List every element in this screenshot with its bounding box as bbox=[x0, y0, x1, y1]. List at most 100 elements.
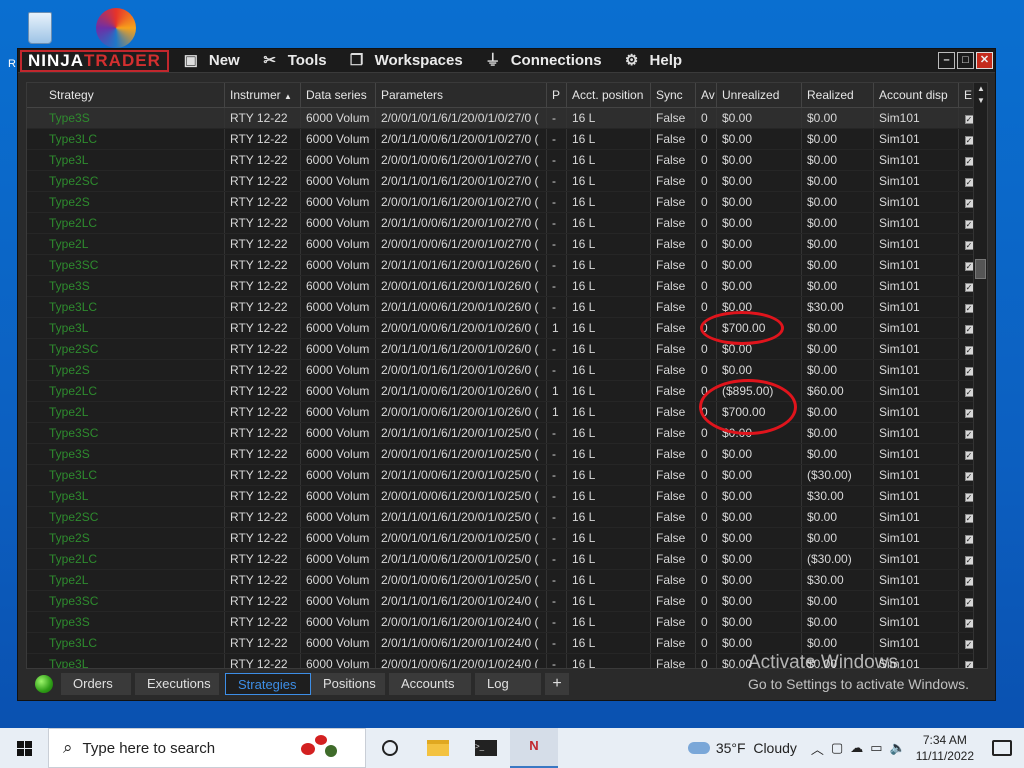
table-row[interactable]: Type3S RTY 12-22 6000 Volum 2/0/0/1/0/1/6/1… bbox=[27, 108, 987, 129]
tab-executions[interactable]: Executions bbox=[135, 673, 221, 695]
menu-tools[interactable]: ✂ Tools bbox=[262, 52, 327, 69]
table-row[interactable]: Type2SC RTY 12-22 6000 Volum 2/0/1/1/0/1/6/… bbox=[27, 507, 987, 528]
add-tab-button[interactable]: + bbox=[545, 673, 571, 695]
cell-strategy: Type2L bbox=[27, 570, 225, 590]
cell-avg: 0 bbox=[696, 213, 717, 233]
table-row[interactable]: Type3L RTY 12-22 6000 Volum 2/0/0/1/0/0/6/1… bbox=[27, 318, 987, 339]
file-explorer-button[interactable] bbox=[414, 728, 462, 768]
scroll-down-icon[interactable]: ▼ bbox=[974, 95, 987, 107]
menu-workspaces[interactable]: ❐ Workspaces bbox=[349, 52, 463, 69]
col-sync[interactable]: Sync bbox=[651, 83, 696, 107]
col-position[interactable]: P bbox=[547, 83, 567, 107]
tab-orders[interactable]: Orders bbox=[61, 673, 133, 695]
cell-realized: $0.00 bbox=[802, 444, 874, 464]
col-strategy[interactable]: Strategy bbox=[27, 83, 225, 107]
table-row[interactable]: Type2L RTY 12-22 6000 Volum 2/0/0/1/0/0/6/1… bbox=[27, 234, 987, 255]
task-view-button[interactable] bbox=[366, 728, 414, 768]
menu-new[interactable]: ▣ New bbox=[183, 52, 240, 69]
ninjatrader-taskbar-button[interactable]: N bbox=[510, 728, 558, 768]
terminal-button[interactable]: >_ bbox=[462, 728, 510, 768]
weather-widget[interactable]: 35°F Cloudy bbox=[687, 740, 797, 756]
col-instrument[interactable]: Instrumer ▲ bbox=[225, 83, 301, 107]
tab-log[interactable]: Log bbox=[475, 673, 543, 695]
table-row[interactable]: Type3LC RTY 12-22 6000 Volum 2/0/1/1/0/0/6/… bbox=[27, 297, 987, 318]
recycle-bin-icon[interactable] bbox=[20, 8, 60, 48]
clock[interactable]: 7:34 AM 11/11/2022 bbox=[916, 732, 974, 764]
cell-unrealized: $0.00 bbox=[717, 549, 802, 569]
weather-tray-icon[interactable]: ☁ bbox=[850, 740, 863, 756]
tab-positions[interactable]: Positions bbox=[311, 673, 387, 695]
table-row[interactable]: Type2LC RTY 12-22 6000 Volum 2/0/1/1/0/0/6/… bbox=[27, 381, 987, 402]
network-icon[interactable]: ▭ bbox=[870, 740, 882, 756]
table-row[interactable]: Type2S RTY 12-22 6000 Volum 2/0/0/1/0/1/6/1… bbox=[27, 528, 987, 549]
cell-avg: 0 bbox=[696, 129, 717, 149]
ninjatrader-desktop-icon[interactable] bbox=[92, 8, 136, 48]
search-placeholder: Type here to search bbox=[82, 739, 216, 757]
menu-help[interactable]: ⚙ Help bbox=[624, 52, 682, 69]
menu-connections[interactable]: ⏚ Connections bbox=[485, 52, 601, 69]
col-data-series[interactable]: Data series bbox=[301, 83, 376, 107]
col-acct-position[interactable]: Acct. position bbox=[567, 83, 651, 107]
cell-sync: False bbox=[651, 423, 696, 443]
cell-data-series: 6000 Volum bbox=[301, 591, 376, 611]
chevron-up-icon[interactable]: ︿ bbox=[811, 739, 824, 758]
col-instrument-label: Instrumer bbox=[230, 88, 281, 102]
table-row[interactable]: Type2SC RTY 12-22 6000 Volum 2/0/1/1/0/1/6/… bbox=[27, 171, 987, 192]
table-row[interactable]: Type3LC RTY 12-22 6000 Volum 2/0/1/1/0/0/6/… bbox=[27, 129, 987, 150]
col-unrealized[interactable]: Unrealized bbox=[717, 83, 802, 107]
table-row[interactable]: Type3S RTY 12-22 6000 Volum 2/0/0/1/0/1/6/1… bbox=[27, 444, 987, 465]
table-row[interactable]: Type3LC RTY 12-22 6000 Volum 2/0/1/1/0/0/6/… bbox=[27, 633, 987, 654]
meet-now-icon[interactable]: ▢ bbox=[831, 740, 843, 756]
cell-data-series: 6000 Volum bbox=[301, 276, 376, 296]
table-row[interactable]: Type3LC RTY 12-22 6000 Volum 2/0/1/1/0/0/6/… bbox=[27, 465, 987, 486]
col-account-display[interactable]: Account disp bbox=[874, 83, 959, 107]
activate-windows-watermark: Activate Windows bbox=[748, 652, 898, 673]
table-row[interactable]: Type3S RTY 12-22 6000 Volum 2/0/0/1/0/1/6/1… bbox=[27, 276, 987, 297]
cell-position: 1 bbox=[547, 381, 567, 401]
notification-center-icon[interactable] bbox=[992, 740, 1012, 756]
start-button[interactable] bbox=[0, 728, 48, 768]
scrollbar-thumb[interactable] bbox=[975, 259, 986, 279]
ninjatrader-logo[interactable]: NINJA TRADER bbox=[20, 49, 169, 72]
cell-realized: $0.00 bbox=[802, 612, 874, 632]
cell-position: - bbox=[547, 486, 567, 506]
control-center-window: NINJA TRADER ▣ New ✂ Tools ❐ Workspaces ⏚… bbox=[17, 48, 996, 701]
cell-instrument: RTY 12-22 bbox=[225, 444, 301, 464]
volume-icon[interactable]: 🔈 bbox=[890, 740, 906, 756]
table-row[interactable]: Type2S RTY 12-22 6000 Volum 2/0/0/1/0/1/6/1… bbox=[27, 192, 987, 213]
table-row[interactable]: Type3L RTY 12-22 6000 Volum 2/0/0/1/0/0/6/1… bbox=[27, 486, 987, 507]
table-row[interactable]: Type2LC RTY 12-22 6000 Volum 2/0/1/1/0/0/6/… bbox=[27, 213, 987, 234]
col-realized[interactable]: Realized bbox=[802, 83, 874, 107]
ninjatrader-icon: N bbox=[529, 738, 539, 753]
maximize-button[interactable]: □ bbox=[957, 52, 974, 69]
col-avg[interactable]: Av bbox=[696, 83, 717, 107]
cell-position: 1 bbox=[547, 318, 567, 338]
vertical-scrollbar[interactable]: ▲ ▼ bbox=[973, 83, 987, 668]
close-button[interactable]: ✕ bbox=[976, 52, 993, 69]
cell-account-display: Sim101 bbox=[874, 612, 959, 632]
tab-strategies[interactable]: Strategies bbox=[225, 673, 311, 695]
menu-tools-label: Tools bbox=[287, 52, 327, 69]
table-row[interactable]: Type2SC RTY 12-22 6000 Volum 2/0/1/1/0/1/6/… bbox=[27, 339, 987, 360]
table-row[interactable]: Type3L RTY 12-22 6000 Volum 2/0/0/1/0/0/6/1… bbox=[27, 150, 987, 171]
table-row[interactable]: Type2L RTY 12-22 6000 Volum 2/0/0/1/0/0/6/1… bbox=[27, 402, 987, 423]
cell-data-series: 6000 Volum bbox=[301, 381, 376, 401]
col-parameters[interactable]: Parameters bbox=[376, 83, 547, 107]
table-row[interactable]: Type2LC RTY 12-22 6000 Volum 2/0/1/1/0/0/6/… bbox=[27, 549, 987, 570]
table-row[interactable]: Type2L RTY 12-22 6000 Volum 2/0/0/1/0/0/6/1… bbox=[27, 570, 987, 591]
cell-account-display: Sim101 bbox=[874, 171, 959, 191]
cell-unrealized: $0.00 bbox=[717, 612, 802, 632]
tab-accounts[interactable]: Accounts bbox=[389, 673, 473, 695]
minimize-button[interactable]: – bbox=[938, 52, 955, 69]
cell-sync: False bbox=[651, 171, 696, 191]
table-row[interactable]: Type3SC RTY 12-22 6000 Volum 2/0/1/1/0/1/6/… bbox=[27, 423, 987, 444]
table-row[interactable]: Type3SC RTY 12-22 6000 Volum 2/0/1/1/0/1/6/… bbox=[27, 591, 987, 612]
scroll-up-icon[interactable]: ▲ bbox=[974, 83, 987, 95]
cell-realized: $0.00 bbox=[802, 591, 874, 611]
cell-parameters: 2/0/1/1/0/0/6/1/20/0/1/0/24/0 ( bbox=[376, 633, 547, 653]
cell-realized: $30.00 bbox=[802, 486, 874, 506]
taskbar-search[interactable]: ⌕ Type here to search bbox=[48, 728, 366, 768]
table-row[interactable]: Type2S RTY 12-22 6000 Volum 2/0/0/1/0/1/6/1… bbox=[27, 360, 987, 381]
table-row[interactable]: Type3SC RTY 12-22 6000 Volum 2/0/1/1/0/1/6/… bbox=[27, 255, 987, 276]
table-row[interactable]: Type3S RTY 12-22 6000 Volum 2/0/0/1/0/1/6/1… bbox=[27, 612, 987, 633]
